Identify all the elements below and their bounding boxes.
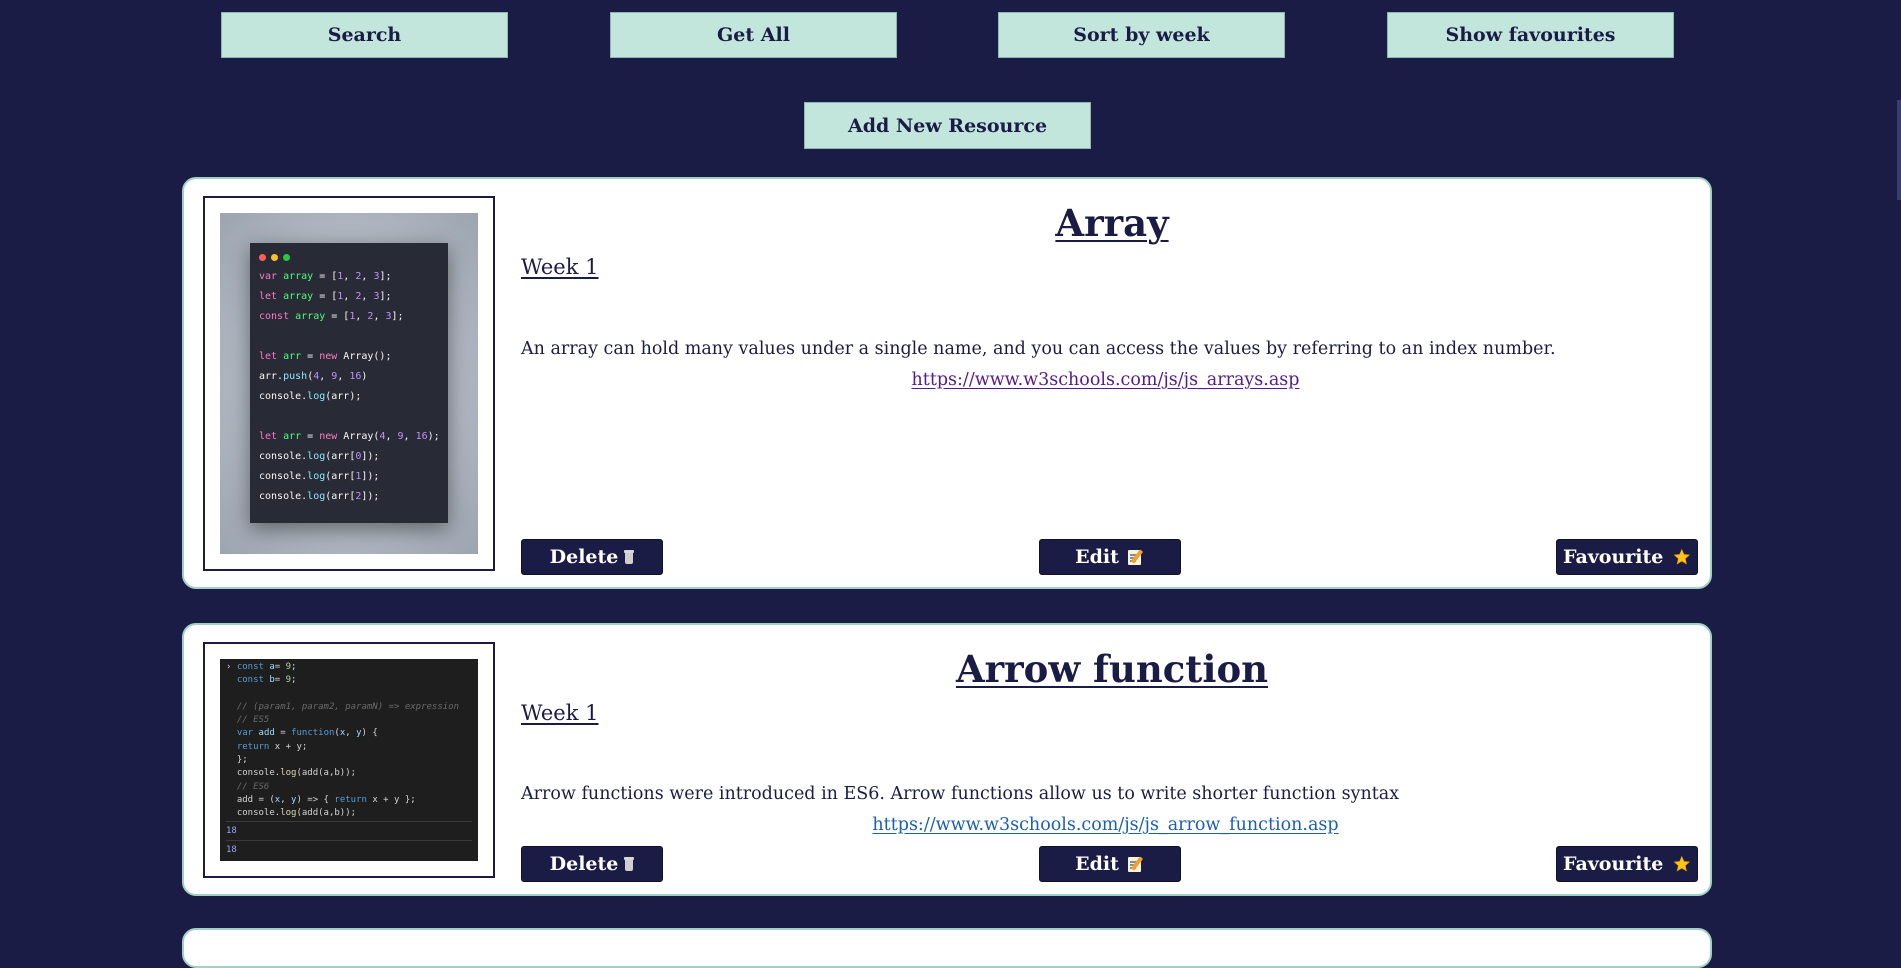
get-all-button[interactable]: Get All xyxy=(610,12,897,58)
code-line: console.log(arr[2]); xyxy=(259,491,380,502)
memo-icon xyxy=(1127,548,1145,566)
code-screenshot: var array = [1, 2, 3]; let array = [1, 2,… xyxy=(220,213,478,554)
code-line: console.log(arr[0]); xyxy=(259,451,380,462)
code-line: console.log(arr); xyxy=(259,391,362,402)
search-button[interactable]: Search xyxy=(221,12,508,58)
favourite-label: Favourite xyxy=(1563,546,1664,568)
code-line: console.log(add(a,b)); xyxy=(226,808,357,819)
resource-week[interactable]: Week 1 xyxy=(521,255,599,279)
console-output: 18 xyxy=(226,820,472,840)
resource-image: var array = [1, 2, 3]; let array = [1, 2,… xyxy=(203,196,495,571)
code-line: }; xyxy=(226,755,248,766)
resource-card: var array = [1, 2, 3]; let array = [1, 2,… xyxy=(182,177,1712,589)
delete-label: Delete xyxy=(549,546,619,568)
delete-label: Delete xyxy=(549,853,619,875)
show-favourites-button[interactable]: Show favourites xyxy=(1387,12,1674,58)
toolbar: Search Get All Sort by week Show favouri… xyxy=(221,12,1674,58)
resource-link[interactable]: https://www.w3schools.com/js/js_arrow_fu… xyxy=(521,815,1690,835)
console-output: 18 xyxy=(226,839,472,859)
edit-button[interactable]: Edit xyxy=(1039,539,1181,575)
code-line: var add = function(x, y) { xyxy=(236,728,378,739)
star-icon xyxy=(1673,548,1691,565)
resource-card: › const a= 9; const b= 9; // (param1, pa… xyxy=(182,623,1712,896)
code-line: var array = [1, 2, 3]; xyxy=(259,271,392,282)
code-line: const b= 9; xyxy=(236,675,297,686)
code-line: let arr = new Array(4, 9, 16); xyxy=(259,431,440,442)
edit-button[interactable]: Edit xyxy=(1039,846,1181,882)
scrollbar-thumb[interactable] xyxy=(1897,100,1901,200)
window-dots-icon xyxy=(259,251,439,267)
resource-link[interactable]: https://www.w3schools.com/js/js_arrays.a… xyxy=(521,370,1690,390)
code-line: // (param1, param2, paramN) => expressio… xyxy=(236,701,460,712)
code-line: arr.push(4, 9, 16) xyxy=(259,371,368,382)
star-icon xyxy=(1673,855,1691,872)
code-line: console.log(add(a,b)); xyxy=(226,768,357,779)
code-line: const array = [1, 2, 3]; xyxy=(259,311,404,322)
code-line: let arr = new Array(); xyxy=(259,351,392,362)
code-line: // ES6 xyxy=(236,781,270,792)
add-new-resource-button[interactable]: Add New Resource xyxy=(804,102,1091,149)
code-screenshot: › const a= 9; const b= 9; // (param1, pa… xyxy=(220,659,478,861)
delete-button[interactable]: Delete xyxy=(521,846,663,882)
favourite-button[interactable]: Favourite xyxy=(1556,539,1698,575)
resource-link-text[interactable]: https://www.w3schools.com/js/js_arrays.a… xyxy=(912,370,1300,390)
code-line: let array = [1, 2, 3]; xyxy=(259,291,392,302)
favourite-label: Favourite xyxy=(1563,853,1664,875)
resource-description: An array can hold many values under a si… xyxy=(521,339,1556,359)
code-line: console.log(arr[1]); xyxy=(259,471,380,482)
sort-by-week-button[interactable]: Sort by week xyxy=(998,12,1285,58)
memo-icon xyxy=(1127,855,1145,873)
resource-card xyxy=(182,928,1712,968)
edit-label: Edit xyxy=(1075,546,1119,568)
code-window: var array = [1, 2, 3]; let array = [1, 2,… xyxy=(250,243,448,523)
favourite-button[interactable]: Favourite xyxy=(1556,846,1698,882)
code-line: add = (x, y) => { return x + y }; xyxy=(226,794,416,805)
code-line: › const a= 9; xyxy=(226,662,297,672)
code-line: // ES5 xyxy=(236,715,270,726)
wastebasket-icon xyxy=(624,550,635,564)
code-line: return x + y; xyxy=(236,741,308,752)
resource-image: › const a= 9; const b= 9; // (param1, pa… xyxy=(203,642,495,878)
resource-description: Arrow functions were introduced in ES6. … xyxy=(521,784,1400,804)
resource-link-text[interactable]: https://www.w3schools.com/js/js_arrow_fu… xyxy=(872,815,1338,835)
resource-title[interactable]: Arrow function xyxy=(514,647,1710,691)
delete-button[interactable]: Delete xyxy=(521,539,663,575)
resource-title[interactable]: Array xyxy=(514,201,1710,245)
wastebasket-icon xyxy=(624,857,635,871)
edit-label: Edit xyxy=(1075,853,1119,875)
resource-week[interactable]: Week 1 xyxy=(521,701,599,725)
